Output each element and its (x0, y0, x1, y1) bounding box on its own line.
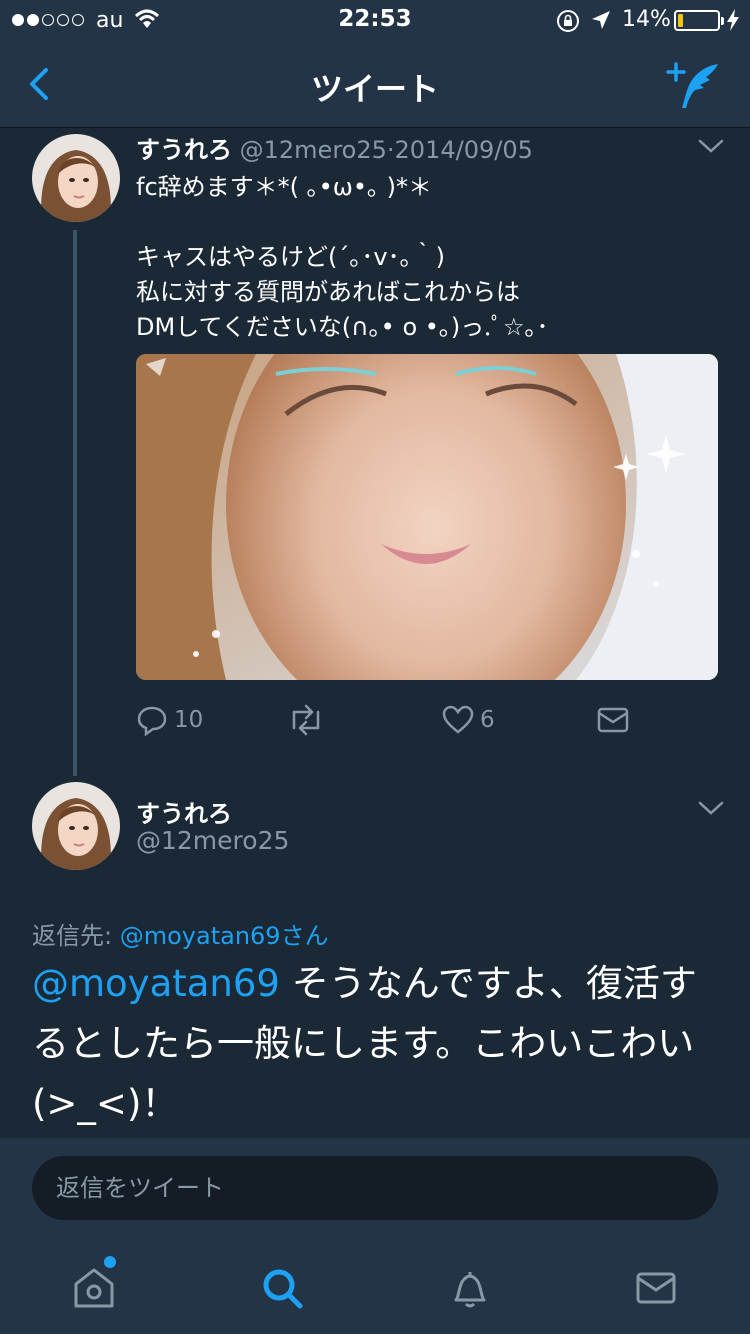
tweet-date: 2014/09/05 (394, 136, 533, 164)
nav-bar: ツイート (0, 40, 750, 128)
avatar[interactable] (32, 782, 120, 870)
battery-icon (674, 10, 724, 31)
mention-link[interactable]: @moyatan69 (32, 962, 280, 1005)
charging-bolt-icon (727, 9, 739, 31)
tab-messages[interactable] (626, 1260, 686, 1316)
chevron-down-icon[interactable] (696, 136, 726, 156)
display-name[interactable]: すうれろ (136, 794, 232, 829)
thread-line (73, 230, 77, 776)
heart-icon (442, 705, 474, 734)
separator: · (386, 136, 395, 164)
avatar[interactable] (32, 134, 120, 222)
tab-notifications[interactable] (440, 1260, 500, 1316)
notification-dot (104, 1256, 116, 1268)
rotation-lock-icon (557, 10, 579, 32)
reply-to-label: 返信先: (32, 922, 113, 950)
direct-message-action[interactable] (596, 704, 630, 736)
reply-icon (137, 706, 167, 736)
compose-tweet-icon (666, 62, 718, 108)
reply-composer: 返信をツイート (0, 1138, 750, 1240)
status-bar: au 22:53 14% (0, 0, 750, 40)
page-title: ツイート (310, 70, 439, 108)
messages-icon (636, 1272, 676, 1304)
like-action[interactable]: 6 (442, 704, 495, 736)
reply-tweet-text: @moyatan69 そうなんですよ、復活するとしたら一般にします。こわいこわい… (32, 954, 722, 1134)
retweet-icon (292, 704, 320, 736)
tweet-header: すうれろ @12mero25·2014/09/05 (136, 130, 533, 165)
user-handle: @12mero25 (136, 826, 290, 855)
reply-count: 10 (174, 707, 204, 733)
like-count: 6 (480, 707, 495, 733)
tweet-photo[interactable] (136, 354, 718, 680)
search-icon (263, 1269, 303, 1309)
reply-input[interactable]: 返信をツイート (32, 1156, 718, 1220)
chevron-down-icon[interactable] (696, 798, 726, 818)
battery-percent: 14% (622, 7, 671, 32)
tweet-actions: 10 6 (136, 704, 718, 740)
notifications-icon (454, 1272, 486, 1308)
home-icon (74, 1268, 114, 1308)
display-name[interactable]: すうれろ (136, 136, 232, 164)
tab-home[interactable] (64, 1260, 124, 1316)
reply-action[interactable]: 10 (136, 704, 203, 736)
tweet-text: fc辞めます＊*( ｡•ω•｡ )*＊ キャスはやるけど(´｡･v･｡｀) 私に… (136, 173, 549, 341)
reply-to-line: 返信先: @moyatan69さん (32, 916, 329, 951)
mail-icon (597, 707, 629, 733)
tab-bar (0, 1240, 750, 1334)
location-arrow-icon (592, 11, 610, 29)
user-handle: @12mero25 (239, 136, 387, 164)
retweet-action[interactable] (286, 704, 326, 736)
reply-to-user-link[interactable]: @moyatan69さん (120, 922, 329, 950)
tab-search[interactable] (252, 1260, 312, 1316)
compose-tweet-button[interactable] (664, 58, 724, 114)
